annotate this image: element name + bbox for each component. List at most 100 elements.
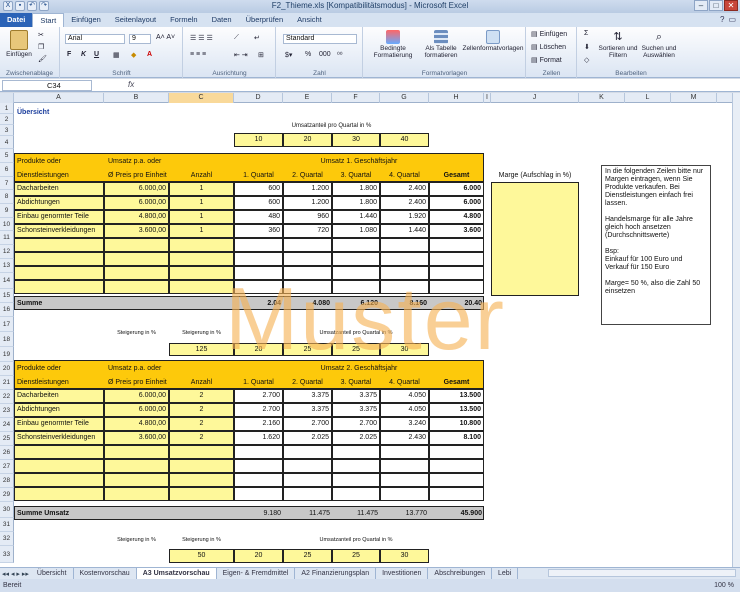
empty-cell[interactable] <box>169 266 234 280</box>
empty-cell[interactable] <box>234 487 283 501</box>
table-cell[interactable]: Einbau genormter Teile <box>14 417 104 431</box>
r33-q1[interactable]: 20 <box>234 549 283 563</box>
table-cell[interactable]: 13.500 <box>429 389 484 403</box>
empty-cell[interactable] <box>429 445 484 459</box>
orientation-icon[interactable]: ⟋ <box>234 34 239 42</box>
empty-cell[interactable] <box>380 238 429 252</box>
table-cell[interactable]: 1.920 <box>380 210 429 224</box>
sheet-tab-umsatzvorschau[interactable]: A3 Umsatzvorschau <box>136 568 217 579</box>
row-header[interactable]: 14 <box>0 273 14 289</box>
r33-steigerung[interactable]: 50 <box>169 549 234 563</box>
merge-cells-icon[interactable]: ⊞ <box>258 51 264 59</box>
table-cell[interactable]: 1.620 <box>234 431 283 445</box>
table-cell[interactable]: Dacharbeiten <box>14 182 104 196</box>
table-cell[interactable]: 360 <box>234 224 283 238</box>
worksheet-grid[interactable]: A B C D E F G H I J K L M 1 2 3 4 5 6 7 8 9 10 11 1… <box>0 93 732 567</box>
empty-cell[interactable] <box>104 445 169 459</box>
empty-cell[interactable] <box>14 252 104 266</box>
tab-ansicht[interactable]: Ansicht <box>290 13 329 27</box>
table-cell[interactable]: 1.200 <box>283 182 332 196</box>
table-cell[interactable]: 6.000,00 <box>104 182 169 196</box>
close-button[interactable]: ✕ <box>724 0 738 11</box>
table-cell[interactable]: 1.440 <box>332 210 380 224</box>
empty-cell[interactable] <box>332 238 380 252</box>
table-cell[interactable]: Schonsteinverkleidungen <box>14 224 104 238</box>
empty-cell[interactable] <box>332 266 380 280</box>
empty-cell[interactable] <box>283 252 332 266</box>
column-header-f[interactable]: F <box>332 93 380 103</box>
empty-cell[interactable] <box>104 238 169 252</box>
empty-cell[interactable] <box>283 280 332 294</box>
empty-cell[interactable] <box>332 445 380 459</box>
column-header-a[interactable]: A <box>14 93 104 103</box>
row-header[interactable]: 16 <box>0 303 14 317</box>
empty-cell[interactable] <box>234 473 283 487</box>
grow-font-icon[interactable]: A˄ A˅ <box>156 34 175 41</box>
share-q1[interactable]: 10 <box>234 133 283 147</box>
row-header[interactable]: 9 <box>0 204 14 218</box>
row-header[interactable]: 18 <box>0 332 14 347</box>
select-all-corner[interactable] <box>0 93 14 103</box>
empty-cell[interactable] <box>14 459 104 473</box>
percent-button[interactable]: % <box>305 51 311 58</box>
table-cell[interactable]: 1 <box>169 182 234 196</box>
table-cell[interactable]: 600 <box>234 196 283 210</box>
column-header-d[interactable]: D <box>234 93 283 103</box>
table-cell[interactable]: 4.800,00 <box>104 417 169 431</box>
share-q3[interactable]: 30 <box>332 133 380 147</box>
table-cell[interactable]: 1.800 <box>332 196 380 210</box>
table-cell[interactable]: 2.025 <box>332 431 380 445</box>
row-header[interactable]: 7 <box>0 177 14 190</box>
tab-formeln[interactable]: Formeln <box>163 13 205 27</box>
table-cell[interactable]: 3.600,00 <box>104 224 169 238</box>
insert-cells-button[interactable]: ▤ Einfügen <box>531 30 567 38</box>
row-header[interactable]: 19 <box>0 347 14 362</box>
empty-cell[interactable] <box>104 473 169 487</box>
column-header-l[interactable]: L <box>625 93 671 103</box>
table-cell[interactable]: 2.700 <box>283 417 332 431</box>
empty-cell[interactable] <box>380 459 429 473</box>
empty-cell[interactable] <box>104 459 169 473</box>
conditional-formatting-button[interactable]: Bedingte Formatierung <box>368 30 418 59</box>
table-cell[interactable]: Abdichtungen <box>14 196 104 210</box>
maximize-button[interactable]: □ <box>709 0 723 11</box>
empty-cell[interactable] <box>380 266 429 280</box>
row-header[interactable]: 30 <box>0 502 14 518</box>
table-cell[interactable]: 3.375 <box>283 389 332 403</box>
zoom-level[interactable]: 100 % <box>714 579 734 592</box>
column-header-j[interactable]: J <box>491 93 579 103</box>
empty-cell[interactable] <box>14 487 104 501</box>
row-header[interactable]: 11 <box>0 231 14 245</box>
empty-cell[interactable] <box>169 445 234 459</box>
table-cell[interactable]: 3.240 <box>380 417 429 431</box>
wrap-text-icon[interactable]: ↵ <box>254 34 260 42</box>
sheet-tab-abschreibungen[interactable]: Abschreibungen <box>428 568 492 579</box>
row-header[interactable]: 12 <box>0 245 14 259</box>
empty-cell[interactable] <box>429 266 484 280</box>
currency-icon[interactable]: $▾ <box>285 51 292 59</box>
empty-cell[interactable] <box>429 459 484 473</box>
find-select-button[interactable]: ⌕ Suchen und Auswählen <box>638 30 680 59</box>
align-top-icon[interactable]: ☰ ☰ ☰ <box>190 34 213 42</box>
row-header[interactable]: 17 <box>0 317 14 332</box>
empty-cell[interactable] <box>283 487 332 501</box>
empty-cell[interactable] <box>104 487 169 501</box>
empty-cell[interactable] <box>283 473 332 487</box>
empty-cell[interactable] <box>429 473 484 487</box>
empty-cell[interactable] <box>332 280 380 294</box>
row-header[interactable]: 2 <box>0 114 14 125</box>
empty-cell[interactable] <box>234 459 283 473</box>
ribbon-minimize-icon[interactable]: ▭ <box>728 15 736 24</box>
horizontal-scrollbar[interactable] <box>548 569 736 577</box>
empty-cell[interactable] <box>380 252 429 266</box>
empty-cell[interactable] <box>169 238 234 252</box>
empty-cell[interactable] <box>14 445 104 459</box>
row-header[interactable]: 20 <box>0 362 14 376</box>
row-header[interactable]: 3 <box>0 125 14 136</box>
table-cell[interactable]: 600 <box>234 182 283 196</box>
sheet-tab-finanzierungsplan[interactable]: A2 Finanzierungsplan <box>295 568 377 579</box>
table-cell[interactable]: 4.050 <box>380 403 429 417</box>
row-header[interactable]: 33 <box>0 546 14 563</box>
row-header[interactable]: 25 <box>0 432 14 446</box>
r18-q3[interactable]: 25 <box>332 343 380 356</box>
